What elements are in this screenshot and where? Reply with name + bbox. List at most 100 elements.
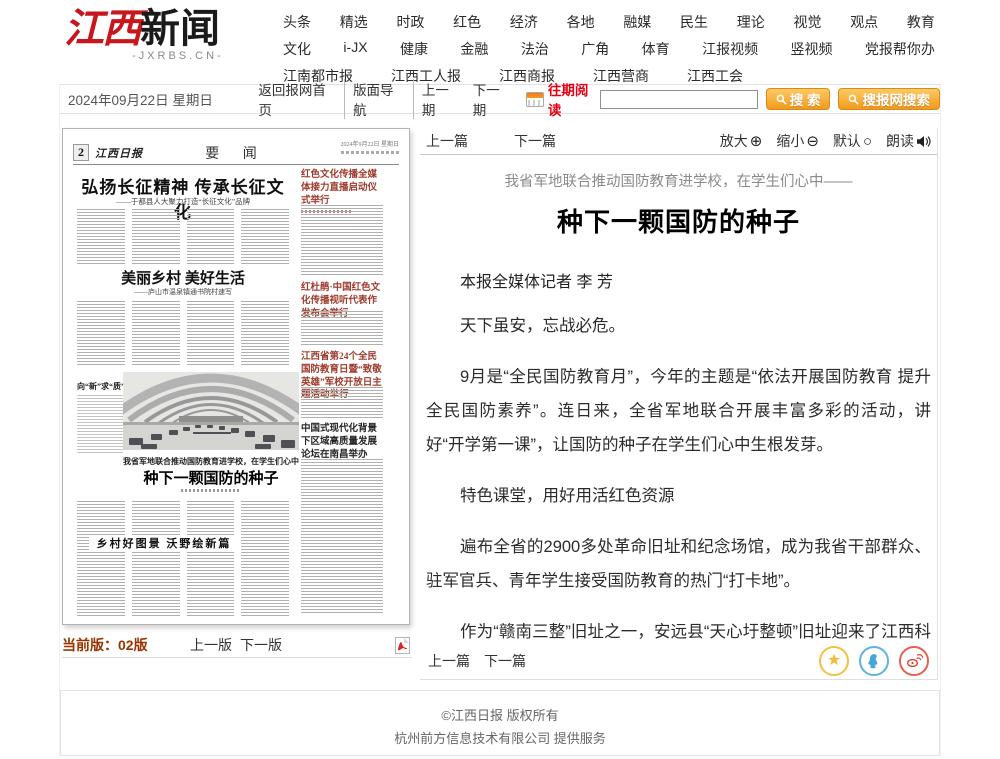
newspaper-headline-2: 美丽乡村 美好生活	[99, 267, 267, 288]
nav-row-1: 头条 精选 时政 红色 经济 各地 融媒 民生 理论 视觉 观点 教育	[283, 12, 935, 32]
zoom-out-icon: ⊖	[806, 132, 819, 150]
nav-item-fazhi[interactable]: 法治	[521, 39, 549, 59]
logo-part-black: 新闻	[140, 6, 220, 51]
article-kicker: 我省军地联合推动国防教育进学校，在学生们心中——	[426, 170, 931, 191]
search-icon	[776, 94, 787, 105]
zoom-out-control[interactable]: 缩小⊖	[776, 131, 819, 151]
zoom-in-control[interactable]: 放大⊕	[720, 131, 763, 151]
nav-item-dangbao[interactable]: 党报帮你办	[865, 39, 935, 59]
share-weibo-button[interactable]	[899, 646, 929, 676]
newspaper-text-column	[77, 209, 125, 265]
nav-item-jiangbao-video[interactable]: 江报视频	[702, 39, 758, 59]
nav-item-wenhua[interactable]: 文化	[283, 39, 311, 59]
speaker-icon	[916, 135, 931, 148]
article-paragraph: 遍布全省的2900多处革命旧址和纪念场馆，成为我省干部群众、驻军官兵、青年学生接…	[426, 530, 931, 598]
date-bar: 2024年09月22日 星期日 返回报网首页 版面导航 上一期 下一期 往期阅读…	[60, 84, 940, 114]
nav-item-guandian[interactable]: 观点	[850, 12, 878, 32]
current-page-label: 当前版：02版	[62, 635, 148, 655]
newspaper-text-column	[241, 301, 289, 367]
article-panel: 上一篇 下一篇 放大⊕ 缩小⊖ 默认○ 朗读 我省军地联合推动国防教育进学校，在…	[420, 128, 938, 680]
nav-item-jiaoyu[interactable]: 教育	[907, 12, 935, 32]
article-content: 我省军地联合推动国防教育进学校，在学生们心中—— 种下一颗国防的种子 本报全媒体…	[420, 155, 937, 642]
share-buttons: ★	[819, 646, 929, 676]
newspaper-text-block	[77, 209, 289, 265]
newspaper-mini-title: 向“新”求“质”	[77, 381, 123, 392]
layout-nav-link[interactable]: 版面导航	[345, 79, 414, 119]
nav-item-shizheng[interactable]: 时政	[396, 12, 424, 32]
search-button-label: 搜 索	[790, 89, 821, 109]
site-header: 江西新闻 -JXRBS.CN- 头条 精选 时政 红色 经济 各地 融媒 民生 …	[0, 0, 1000, 83]
site-search-button[interactable]: 搜报网搜索	[838, 88, 940, 110]
nav-item-jinrong[interactable]: 金融	[460, 39, 488, 59]
nav-item-yingshang[interactable]: 江西营商	[593, 66, 649, 86]
nav-item-guangjiao[interactable]: 广角	[581, 39, 609, 59]
page: 江西新闻 -JXRBS.CN- 头条 精选 时政 红色 经济 各地 融媒 民生 …	[0, 0, 1000, 759]
nav-item-shijue[interactable]: 视觉	[793, 12, 821, 32]
footer-provider: 杭州前方信息技术有限公司 提供服务	[61, 727, 939, 750]
site-logo[interactable]: 江西新闻 -JXRBS.CN-	[64, 6, 264, 62]
newspaper-text-column	[77, 301, 125, 367]
newspaper-section-title: 要 闻	[205, 143, 267, 163]
qzone-star-icon: ★	[827, 653, 841, 669]
newspaper-text-column	[132, 209, 180, 265]
nav-row-2: 文化 i-JX 健康 金融 法治 广角 体育 江报视频 竖视频 党报帮你办	[283, 39, 935, 59]
article-toolbar: 上一篇 下一篇 放大⊕ 缩小⊖ 默认○ 朗读	[420, 128, 937, 155]
newspaper-text-column	[77, 501, 125, 617]
nav-item-lilun[interactable]: 理论	[737, 12, 765, 32]
qq-penguin-icon	[866, 653, 882, 669]
reset-size-icon: ○	[863, 133, 872, 150]
nav-item-tiyu[interactable]: 体育	[642, 39, 670, 59]
newspaper-text-column	[77, 395, 123, 453]
next-issue-link[interactable]: 下一期	[465, 79, 516, 119]
newspaper-headline-3: 乡村好图景 沃野绘新篇	[89, 535, 239, 551]
newspaper-text-column	[132, 501, 180, 617]
back-home-link[interactable]: 返回报网首页	[250, 79, 345, 119]
next-page-link[interactable]: 下一版	[240, 635, 282, 655]
nav-item-jingji[interactable]: 经济	[510, 12, 538, 32]
share-qq-button[interactable]	[859, 646, 889, 676]
prev-page-link[interactable]: 上一版	[190, 635, 232, 655]
newspaper-text-column	[301, 387, 383, 419]
nav-item-minsheng[interactable]: 民生	[680, 12, 708, 32]
newspaper-page-image[interactable]: 2 江西日报 要 闻 2024年9月22日 星期日 弘扬长征精神 传承长征文化 …	[62, 128, 410, 625]
search-input[interactable]	[600, 90, 758, 109]
calendar-icon[interactable]	[526, 92, 544, 107]
search-button[interactable]: 搜 索	[766, 88, 831, 110]
prev-issue-link[interactable]: 上一期	[414, 79, 465, 119]
newspaper-masthead: 江西日报	[95, 145, 143, 161]
footer-copyright: ©江西日报 版权所有	[61, 704, 939, 727]
prev-article-link-bottom[interactable]: 上一篇	[428, 651, 470, 671]
nav-item-gonghui[interactable]: 江西工会	[687, 66, 743, 86]
pager-links: 上一版 下一版	[190, 635, 282, 655]
nav-item-jingxuan[interactable]: 精选	[340, 12, 368, 32]
next-article-link-bottom[interactable]: 下一篇	[484, 651, 526, 671]
nav-item-gedi[interactable]: 各地	[567, 12, 595, 32]
share-qzone-button[interactable]: ★	[819, 646, 849, 676]
pdf-icon[interactable]	[395, 637, 410, 654]
article-paragraph: 作为“赣南三整”旧址之一，安远县“天心圩整顿”旧址迎来了江西科技职业学院红色研学…	[426, 615, 931, 642]
nav-item-shu-video[interactable]: 竖视频	[791, 39, 833, 59]
nav-item-jiankang[interactable]: 健康	[400, 39, 428, 59]
reset-size-control[interactable]: 默认○	[833, 131, 872, 151]
nav-item-toutiao[interactable]: 头条	[283, 12, 311, 32]
nav-item-rongmei[interactable]: 融媒	[623, 12, 651, 32]
article-bottom-bar: 上一篇 下一篇 ★	[420, 642, 937, 679]
newspaper-header: 2 江西日报 要 闻 2024年9月22日 星期日	[73, 141, 399, 165]
newspaper-text-column	[301, 459, 383, 615]
newspaper-text-column	[301, 311, 383, 347]
article-byline: 本报全媒体记者 李 芳	[426, 268, 931, 292]
prev-article-link[interactable]: 上一篇	[426, 131, 468, 151]
newspaper-headline-2-sub: ——庐山市温泉镇通书院村速写	[99, 287, 267, 297]
current-date: 2024年09月22日 星期日	[60, 89, 250, 109]
newspaper-text-block	[77, 501, 289, 617]
newspaper-photo	[123, 372, 299, 450]
next-article-link[interactable]: 下一篇	[514, 131, 556, 151]
newspaper-page-number: 2	[73, 144, 89, 161]
archive-link[interactable]: 往期阅读	[548, 79, 600, 119]
read-aloud-control[interactable]: 朗读	[886, 131, 931, 151]
logo-text: 江西新闻	[64, 6, 264, 52]
nav-item-hongse[interactable]: 红色	[453, 12, 481, 32]
search-icon	[848, 94, 859, 105]
nav-item-ijx[interactable]: i-JX	[343, 39, 367, 59]
newspaper-article-byline	[181, 489, 241, 492]
